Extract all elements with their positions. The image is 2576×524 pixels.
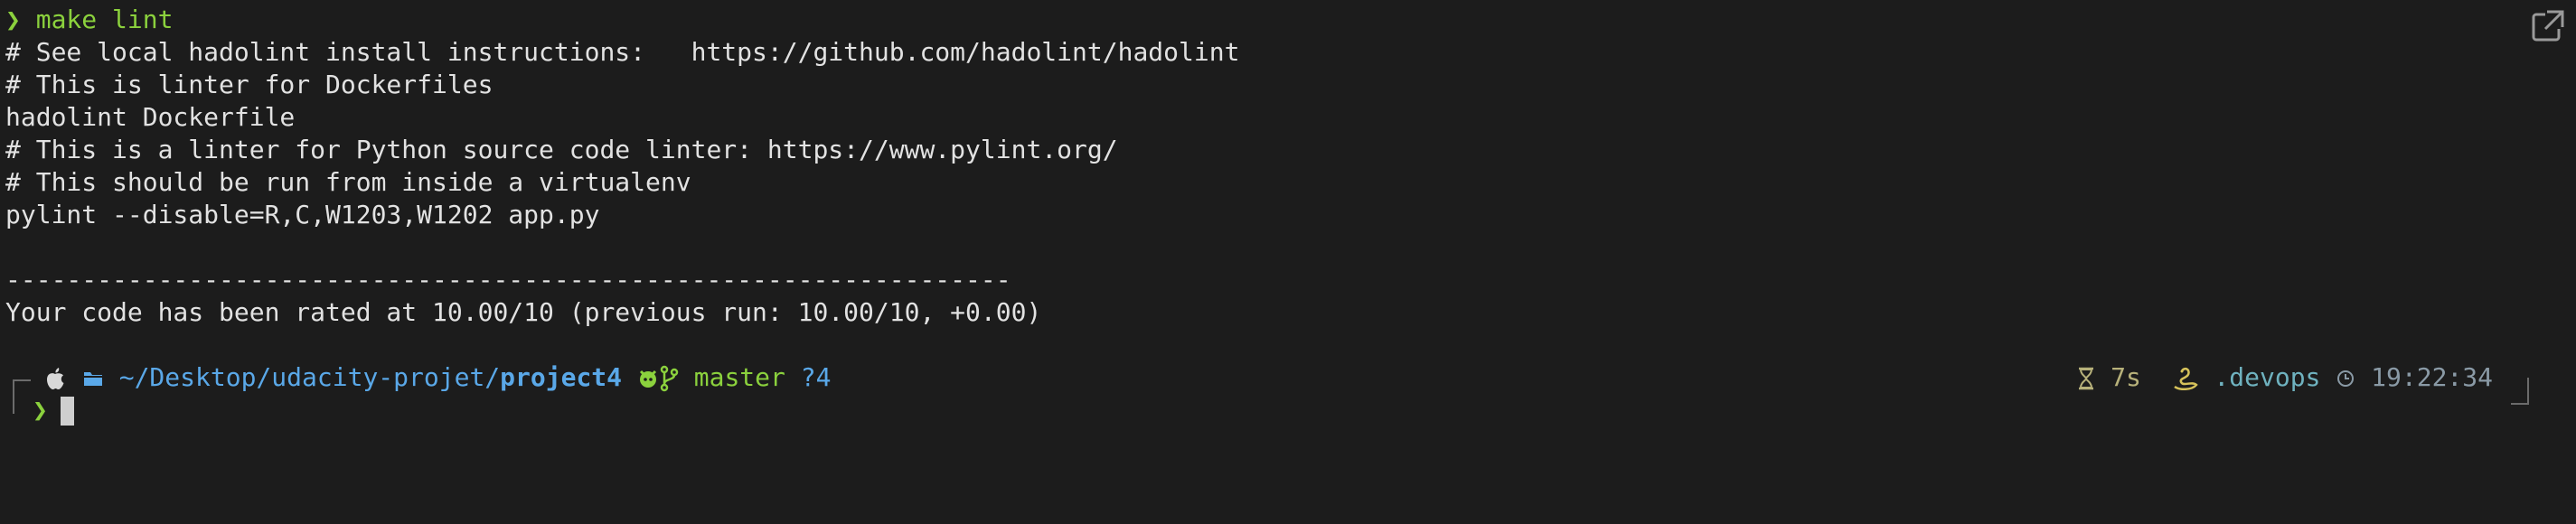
separator-line: ----------------------------------------… bbox=[5, 265, 1011, 295]
output-line-5: # This should be run from inside a virtu… bbox=[5, 167, 691, 197]
virtualenv-name: .devops bbox=[2214, 362, 2321, 392]
duration: 7s bbox=[2111, 362, 2141, 392]
popout-window-icon[interactable] bbox=[2531, 7, 2567, 43]
python-icon bbox=[2173, 367, 2198, 390]
output-line-6: pylint --disable=R,C,W1203,W1202 app.py bbox=[5, 200, 600, 229]
git-status: ?4 bbox=[800, 362, 832, 392]
clock-icon bbox=[2337, 370, 2355, 387]
command-line: ❯ make lint bbox=[5, 4, 173, 36]
rating-line: Your code has been rated at 10.00/10 (pr… bbox=[5, 297, 1042, 327]
output-line-2: # This is linter for Dockerfiles bbox=[5, 70, 494, 99]
path-prefix: ~/Desktop/udacity-projet/ bbox=[118, 362, 501, 392]
output-line-3: hadolint Dockerfile bbox=[5, 102, 296, 132]
prompt-frame-left bbox=[13, 379, 31, 414]
prompt-line: ~/Desktop/udacity-projet/project4 master… bbox=[43, 361, 831, 394]
output-line-1: # See local hadolint install instruction… bbox=[5, 37, 1240, 67]
terminal-window[interactable]: ❯ make lint # See local hadolint install… bbox=[0, 0, 2576, 524]
hourglass-icon bbox=[2079, 367, 2094, 390]
branch-name: master bbox=[693, 362, 785, 392]
text-cursor[interactable] bbox=[60, 397, 74, 426]
folder-icon bbox=[83, 372, 102, 386]
git-branch-icon bbox=[660, 365, 679, 392]
input-line[interactable]: ❯ bbox=[33, 394, 74, 426]
apple-icon bbox=[47, 368, 64, 389]
input-prompt-chevron: ❯ bbox=[33, 395, 48, 425]
prompt-chevron: ❯ bbox=[5, 5, 21, 34]
right-status: 7s .devops 19:22:34 bbox=[2077, 361, 2493, 394]
clock-time: 19:22:34 bbox=[2371, 362, 2493, 392]
github-icon bbox=[639, 370, 656, 388]
command-text: make lint bbox=[35, 5, 174, 34]
prompt-frame-right bbox=[2511, 378, 2529, 405]
path-current: project4 bbox=[500, 362, 623, 392]
output-line-4: # This is a linter for Python source cod… bbox=[5, 135, 1118, 164]
